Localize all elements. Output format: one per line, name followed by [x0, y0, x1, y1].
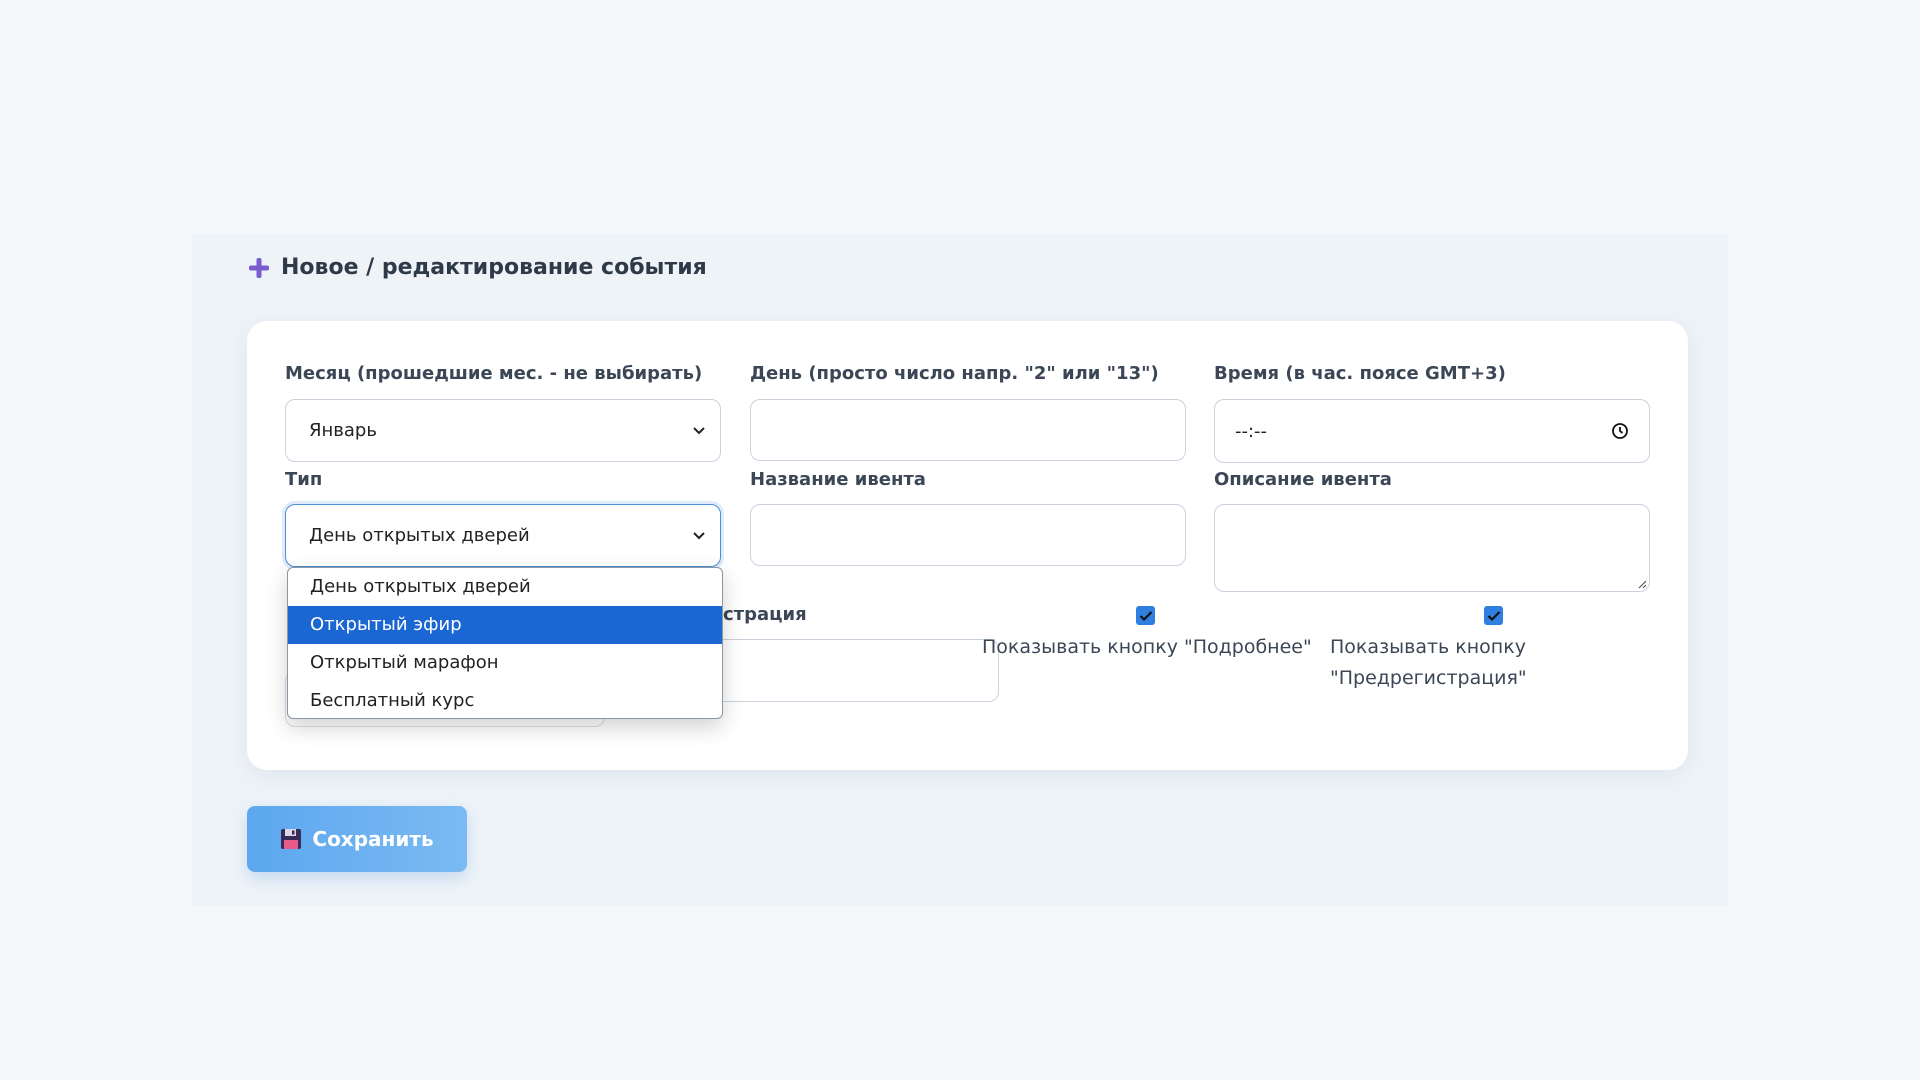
- type-dropdown-list: День открытых дверей Открытый эфир Откры…: [287, 567, 723, 719]
- show-more-label: Показывать кнопку "Подробнее": [982, 636, 1312, 658]
- event-form-card: Месяц (прошедшие мес. - не выбирать) Янв…: [247, 321, 1688, 770]
- month-value: Январь: [309, 420, 377, 441]
- show-prereg-label-line1: Показывать кнопку: [1330, 636, 1526, 658]
- save-button-label: Сохранить: [312, 827, 434, 851]
- dropdown-option[interactable]: Бесплатный курс: [288, 682, 722, 718]
- type-label: Тип: [285, 469, 323, 490]
- section-title: Новое / редактирование события: [281, 255, 707, 280]
- event-name-label: Название ивента: [750, 469, 926, 490]
- type-value: День открытых дверей: [309, 525, 530, 546]
- floppy-disk-icon: [281, 829, 302, 849]
- event-editor-panel: Новое / редактирование события Месяц (пр…: [192, 233, 1728, 906]
- dropdown-option[interactable]: День открытых дверей: [288, 568, 722, 606]
- save-button[interactable]: Сохранить: [247, 806, 467, 872]
- month-select[interactable]: Январь: [285, 399, 721, 462]
- time-input[interactable]: --:--: [1214, 399, 1650, 463]
- registration-input[interactable]: [677, 639, 999, 702]
- month-label: Месяц (прошедшие мес. - не выбирать): [285, 363, 703, 384]
- registration-label: страция: [723, 604, 807, 625]
- time-value: --:--: [1235, 420, 1268, 442]
- show-prereg-label: Показывать кнопку "Предрегистрация": [1330, 632, 1527, 694]
- chevron-down-icon: [693, 531, 705, 539]
- event-description-label: Описание ивента: [1214, 469, 1392, 490]
- day-input[interactable]: [750, 399, 1186, 461]
- checkmark-icon: [1487, 610, 1500, 621]
- event-description-textarea[interactable]: [1214, 504, 1650, 592]
- section-header: Новое / редактирование события: [247, 255, 707, 280]
- type-select[interactable]: День открытых дверей: [285, 504, 721, 567]
- resize-handle-icon[interactable]: [1635, 577, 1647, 589]
- plus-icon: [249, 257, 269, 278]
- event-name-input[interactable]: [750, 504, 1186, 566]
- show-prereg-checkbox[interactable]: [1484, 606, 1503, 625]
- time-label: Время (в час. поясе GMT+3): [1214, 363, 1506, 384]
- day-label: День (просто число напр. "2" или "13"): [750, 363, 1159, 384]
- dropdown-option-highlighted[interactable]: Открытый эфир: [288, 606, 722, 644]
- show-more-checkbox[interactable]: [1136, 606, 1155, 625]
- show-prereg-label-line2: "Предрегистрация": [1330, 667, 1527, 689]
- chevron-down-icon: [693, 426, 705, 434]
- dropdown-option[interactable]: Открытый марафон: [288, 644, 722, 682]
- checkmark-icon: [1139, 610, 1152, 621]
- clock-icon[interactable]: [1611, 422, 1629, 440]
